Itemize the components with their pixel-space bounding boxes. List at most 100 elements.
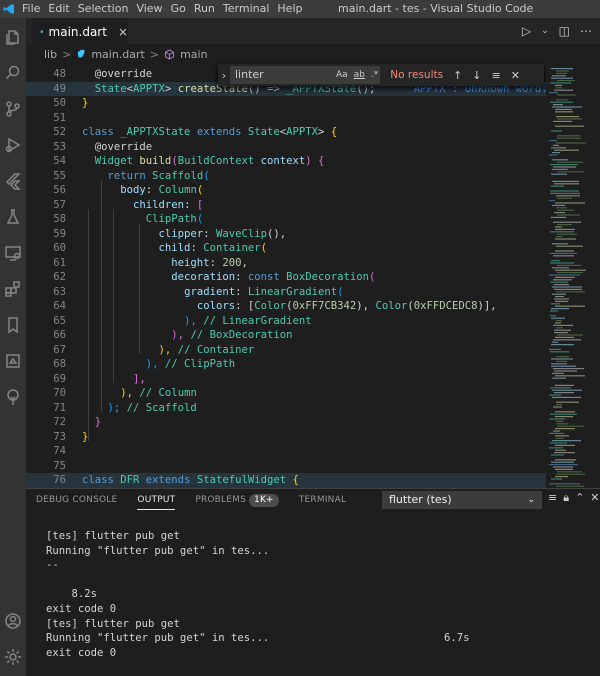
- panel-tab-terminal[interactable]: TERMINAL: [289, 489, 356, 511]
- code-line[interactable]: 67 ), // Container: [26, 343, 546, 358]
- code-line[interactable]: 74: [26, 444, 546, 459]
- code-line[interactable]: 53 @override: [26, 140, 546, 155]
- match-word-toggle[interactable]: ab: [354, 70, 365, 80]
- minimap-line: [551, 185, 564, 187]
- output-text: 8.2s: [46, 588, 98, 601]
- settings-gear-icon[interactable]: [0, 644, 26, 670]
- tab-main-dart[interactable]: main.dart ×: [32, 18, 128, 44]
- code-line[interactable]: 64 colors: [Color(0xFF7CB342), Color(0xF…: [26, 299, 546, 314]
- code-token: {: [292, 474, 299, 486]
- clear-output-icon[interactable]: ≡: [548, 491, 557, 505]
- menu-item-go[interactable]: Go: [167, 0, 190, 18]
- code-line[interactable]: 57 children: [: [26, 198, 546, 213]
- output-channel-select[interactable]: flutter (tes) ⌄: [382, 491, 542, 509]
- extensions-icon[interactable]: [0, 276, 26, 302]
- code-line[interactable]: 62 decoration: const BoxDecoration(: [26, 270, 546, 285]
- split-editor-icon[interactable]: ◫: [559, 24, 570, 38]
- menu-item-file[interactable]: File: [18, 0, 44, 18]
- menu-item-terminal[interactable]: Terminal: [219, 0, 274, 18]
- previous-match-arrow-up-icon[interactable]: ↑: [453, 69, 462, 82]
- find-in-selection-icon[interactable]: ≡: [492, 69, 501, 82]
- code-line[interactable]: 58 ClipPath(: [26, 212, 546, 227]
- run-play-icon[interactable]: ▷: [522, 24, 531, 38]
- minimap-line: [549, 483, 580, 485]
- minimap[interactable]: [546, 64, 600, 488]
- account-icon[interactable]: [0, 608, 26, 634]
- code-token: // Column: [139, 387, 197, 399]
- minimap-line: [555, 411, 575, 413]
- regex-toggle[interactable]: .*: [371, 70, 378, 80]
- code-token: class: [82, 126, 121, 138]
- minimap-line: [550, 281, 568, 283]
- devices-icon[interactable]: [0, 348, 26, 374]
- testing-icon[interactable]: [0, 204, 26, 230]
- flutter-icon[interactable]: [0, 168, 26, 194]
- breadcrumb-folder[interactable]: lib: [44, 48, 57, 61]
- code-line[interactable]: 54 Widget build(BuildContext context) {: [26, 154, 546, 169]
- minimap-line: [553, 221, 581, 223]
- lock-scroll-icon[interactable]: 🔒︎: [563, 491, 569, 505]
- tree-icon[interactable]: [0, 384, 26, 410]
- tab-close-icon[interactable]: ×: [118, 25, 128, 39]
- run-debug-icon[interactable]: [0, 132, 26, 158]
- minimap-line: [553, 324, 573, 326]
- code-line[interactable]: 66 ), // BoxDecoration: [26, 328, 546, 343]
- menu-item-selection[interactable]: Selection: [74, 0, 133, 18]
- code-line[interactable]: 60 child: Container(: [26, 241, 546, 256]
- code-line[interactable]: 71 ); // Scaffold: [26, 401, 546, 416]
- code-line[interactable]: 72 }: [26, 415, 546, 430]
- panel-tab-output[interactable]: OUTPUT: [127, 489, 185, 511]
- minimap-line: [555, 375, 585, 377]
- code-text: children: [: [82, 198, 203, 213]
- breadcrumb-symbol[interactable]: main: [180, 48, 207, 61]
- minimap-line: [556, 116, 579, 118]
- code-editor[interactable]: 48 @override 49 State<APPTX> createState(…: [26, 64, 546, 488]
- menu-item-view[interactable]: View: [132, 0, 166, 18]
- code-line[interactable]: 50}: [26, 96, 546, 111]
- maximize-panel-icon[interactable]: ⌃: [575, 491, 584, 505]
- code-line[interactable]: 61 height: 200,: [26, 256, 546, 271]
- panel-tab-label: TERMINAL: [298, 495, 347, 505]
- code-line[interactable]: 59 clipper: WaveClip(),: [26, 227, 546, 242]
- code-line[interactable]: 76 class DFR extends StatefulWidget {: [26, 473, 546, 488]
- code-line[interactable]: 73}: [26, 430, 546, 445]
- line-number: 61: [53, 256, 66, 269]
- explorer-icon[interactable]: [0, 24, 26, 50]
- code-line[interactable]: 65 ), // LinearGradient: [26, 314, 546, 329]
- bookmarks-icon[interactable]: [0, 312, 26, 338]
- code-token: (: [196, 184, 204, 196]
- next-match-arrow-down-icon[interactable]: ↓: [472, 69, 481, 82]
- remote-explorer-icon[interactable]: [0, 240, 26, 266]
- toggle-replace-chevron-icon[interactable]: ›: [218, 69, 230, 82]
- code-line[interactable]: 68 ), // ClipPath: [26, 357, 546, 372]
- code-line[interactable]: 70 ), // Column: [26, 386, 546, 401]
- source-control-icon[interactable]: [0, 96, 26, 122]
- code-line[interactable]: 69 ],: [26, 372, 546, 387]
- more-actions-icon[interactable]: ⋯: [580, 24, 592, 38]
- code-token: >: [318, 126, 331, 138]
- code-line[interactable]: 51: [26, 111, 546, 126]
- close-find-icon[interactable]: ✕: [511, 69, 520, 82]
- breadcrumb-file[interactable]: main.dart: [91, 48, 145, 61]
- code-token: :: [184, 198, 197, 211]
- code-text: colors: [Color(0xFF7CB342), Color(0xFFDC…: [82, 299, 497, 314]
- code-line[interactable]: 75: [26, 459, 546, 474]
- line-number: 60: [53, 242, 66, 254]
- output-text: --: [46, 559, 59, 572]
- panel-tab-debug-console[interactable]: DEBUG CONSOLE: [26, 489, 127, 511]
- menu-item-help[interactable]: Help: [273, 0, 306, 18]
- code-line[interactable]: 52 class _APPTXState extends State<APPTX>…: [26, 125, 546, 140]
- search-icon[interactable]: [0, 60, 26, 86]
- code-token: return: [107, 169, 153, 182]
- close-panel-icon[interactable]: ✕: [590, 491, 599, 505]
- minimap-line: [555, 300, 568, 302]
- run-dropdown-chevron-icon[interactable]: ⌄: [541, 26, 549, 36]
- menu-item-run[interactable]: Run: [190, 0, 219, 18]
- code-line[interactable]: 56 body: Column(: [26, 183, 546, 198]
- panel-tab-problems[interactable]: PROBLEMS 1K+: [185, 489, 289, 511]
- code-line[interactable]: 55 return Scaffold(: [26, 169, 546, 184]
- menu-item-edit[interactable]: Edit: [44, 0, 73, 18]
- code-line[interactable]: 63 gradient: LinearGradient(: [26, 285, 546, 300]
- match-case-toggle[interactable]: Aa: [336, 70, 348, 80]
